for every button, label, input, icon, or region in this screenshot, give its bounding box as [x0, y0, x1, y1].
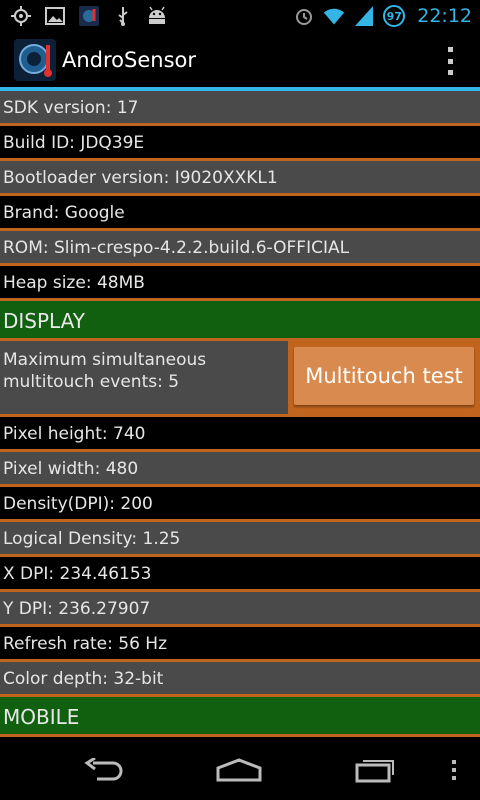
battery-level: 97: [383, 5, 406, 27]
menu-icon[interactable]: [444, 754, 464, 786]
list-item: Build ID: JDQ39E: [0, 126, 480, 161]
list-item: Pixel width: 480: [0, 452, 480, 487]
list-item: Bootloader version: I9020XXKL1: [0, 161, 480, 196]
gps-icon: [10, 5, 32, 27]
list-item: Refresh rate: 56 Hz: [0, 627, 480, 662]
multitouch-button-container: Multitouch test: [288, 341, 480, 414]
android-debug-icon: [146, 5, 168, 27]
section-header-display: DISPLAY: [0, 301, 480, 341]
back-icon[interactable]: [80, 754, 130, 786]
image-icon: [44, 5, 66, 27]
list-item: Color depth: 32-bit: [0, 662, 480, 697]
list-item: Logical Density: 1.25: [0, 522, 480, 557]
sensor-info-list[interactable]: SDK version: 17 Build ID: JDQ39E Bootloa…: [0, 91, 480, 737]
list-item: SDK version: 17: [0, 91, 480, 126]
overflow-menu-icon[interactable]: [446, 47, 454, 75]
wifi-icon: [323, 5, 345, 27]
list-item: ROM: Slim-crespo-4.2.2.build.6-OFFICIAL: [0, 231, 480, 266]
multitouch-row: Maximum simultaneous multitouch events: …: [0, 341, 480, 417]
notification-icons: [10, 4, 168, 28]
list-item: Y DPI: 236.27907: [0, 592, 480, 627]
status-bar: 97 22:12: [0, 0, 480, 33]
list-item: Heap size: 48MB: [0, 266, 480, 301]
home-icon[interactable]: [214, 754, 264, 786]
list-item: X DPI: 234.46153: [0, 557, 480, 592]
list-item: Density(DPI): 200: [0, 487, 480, 522]
navigation-bar: [0, 740, 480, 800]
system-icons: 97 22:12: [293, 4, 472, 28]
section-header-mobile: MOBILE: [0, 697, 480, 737]
list-item: Brand: Google: [0, 196, 480, 231]
alarm-icon: [293, 5, 315, 27]
list-item: Pixel height: 740: [0, 417, 480, 452]
app-title: AndroSensor: [62, 48, 197, 72]
usb-icon: [112, 5, 134, 27]
app-notification-icon: [78, 5, 100, 27]
action-bar: AndroSensor: [0, 33, 480, 87]
multitouch-test-button[interactable]: Multitouch test: [294, 347, 474, 405]
app-logo-icon[interactable]: [14, 39, 56, 81]
clock: 22:12: [417, 5, 472, 27]
recent-apps-icon[interactable]: [350, 754, 400, 786]
multitouch-info: Maximum simultaneous multitouch events: …: [3, 350, 207, 392]
signal-icon: [353, 5, 375, 27]
